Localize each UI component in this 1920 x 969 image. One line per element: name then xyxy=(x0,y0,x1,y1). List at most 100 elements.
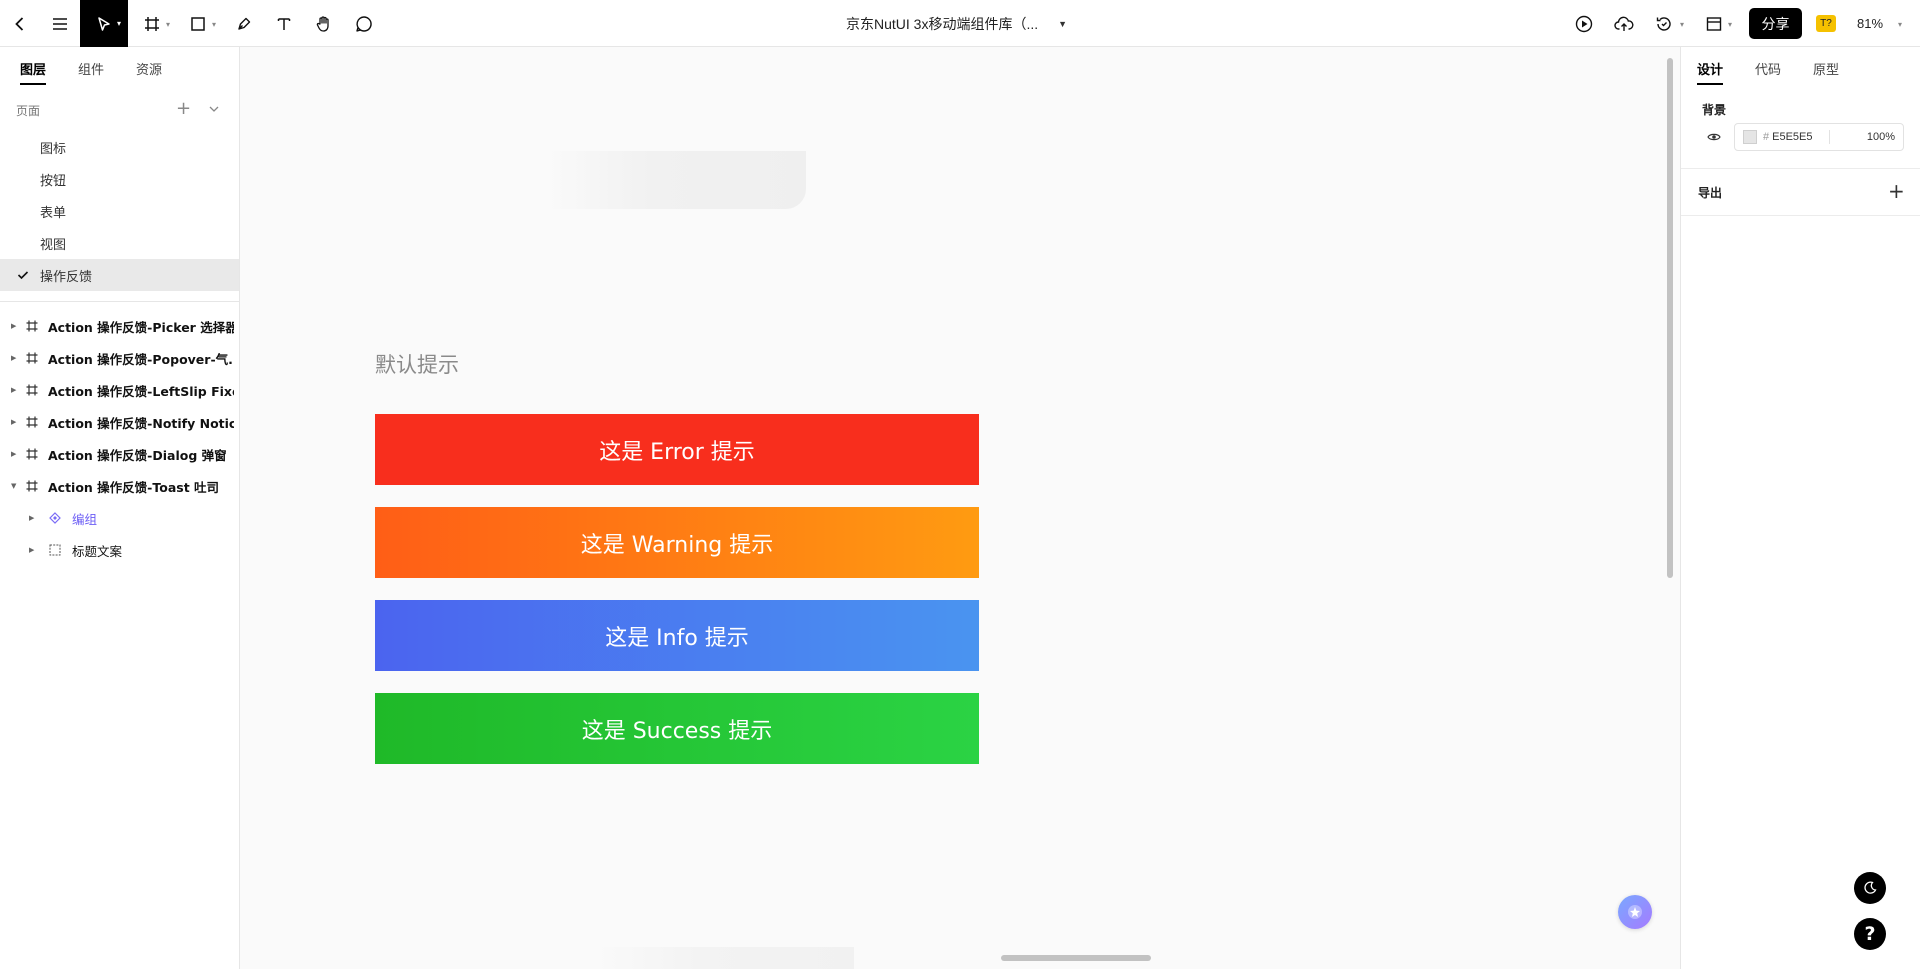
background-opacity-value[interactable]: 100% xyxy=(1867,131,1895,143)
layer-label: Action 操作反馈-Toast 吐司 xyxy=(48,479,220,495)
layout-caret-icon[interactable]: ▾ xyxy=(1728,20,1732,29)
expand-arrow-icon[interactable]: ▶ xyxy=(11,418,16,426)
pages-header: 页面 + xyxy=(0,89,239,131)
section-title: 默认提示 xyxy=(375,353,459,377)
layer-item-dialog[interactable]: ▶ Action 操作反馈-Dialog 弹窗 xyxy=(0,438,239,470)
frame-icon xyxy=(26,320,38,332)
layer-label: Action 操作反馈-Dialog 弹窗 xyxy=(48,447,227,463)
page-item-views[interactable]: 视图 xyxy=(0,227,239,259)
layer-label: Action 操作反馈-Notify Notic... xyxy=(48,415,234,431)
page-item-buttons[interactable]: 按钮 xyxy=(0,163,239,195)
expand-arrow-icon[interactable]: ▶ xyxy=(29,546,34,554)
expand-arrow-icon[interactable]: ▶ xyxy=(11,322,16,330)
toast-success-text: 这是 Success 提示 xyxy=(581,718,773,744)
background-section-title: 背景 xyxy=(1702,103,1727,117)
layer-item-popover[interactable]: ▶ Action 操作反馈-Popover-气... xyxy=(0,342,239,374)
help-icon: ? xyxy=(1864,923,1876,945)
rectangle-tool-icon[interactable] xyxy=(186,0,210,47)
layer-label: Action 操作反馈-Picker 选择器 xyxy=(48,319,234,335)
faded-shape-bottom xyxy=(594,947,854,969)
background-hex-value[interactable]: E5E5E5 xyxy=(1772,131,1812,143)
horizontal-scrollbar[interactable] xyxy=(1001,955,1151,961)
background-color-swatch[interactable] xyxy=(1743,130,1757,144)
pages-header-label: 页面 xyxy=(16,103,41,118)
background-row: # E5E5E5 100% xyxy=(1681,118,1920,158)
layer-item-group[interactable]: ▶ 编组 xyxy=(0,502,239,534)
document-title-text: 京东NutUI 3x移动端组件库（... xyxy=(846,15,1039,32)
frame-tool-caret-icon[interactable]: ▾ xyxy=(166,20,170,29)
tab-code[interactable]: 代码 xyxy=(1755,47,1781,89)
add-export-icon[interactable]: + xyxy=(1888,181,1905,201)
hand-tool-icon[interactable] xyxy=(312,0,336,47)
comment-tool-icon[interactable] xyxy=(352,0,376,47)
tab-assets[interactable]: 资源 xyxy=(136,47,162,89)
frame-tool-icon[interactable] xyxy=(140,0,164,47)
layer-item-notify[interactable]: ▶ Action 操作反馈-Notify Notic... xyxy=(0,406,239,438)
ai-assistant-button[interactable] xyxy=(1618,895,1652,929)
collapse-pages-chevron-icon[interactable] xyxy=(208,103,220,115)
page-item-label: 操作反馈 xyxy=(40,269,93,285)
expand-arrow-icon[interactable]: ▶ xyxy=(29,514,34,522)
vertical-scrollbar[interactable] xyxy=(1667,58,1673,578)
layer-item-title-copy[interactable]: ▶ 标题文案 xyxy=(0,534,239,566)
page-item-feedback[interactable]: 操作反馈 xyxy=(0,259,239,291)
tab-layers[interactable]: 图层 xyxy=(20,47,47,89)
page-item-label: 图标 xyxy=(40,141,67,157)
frame-icon xyxy=(26,416,38,428)
theme-toggle-button[interactable] xyxy=(1854,872,1886,904)
toast-warning-text: 这是 Warning 提示 xyxy=(580,532,774,558)
toast-error[interactable]: 这是 Error 提示 xyxy=(375,414,979,485)
zoom-caret-icon[interactable]: ▾ xyxy=(1898,20,1902,29)
expand-arrow-icon[interactable]: ▶ xyxy=(11,450,16,458)
shape-tool-caret-icon[interactable]: ▾ xyxy=(212,20,216,29)
document-menu-caret-icon[interactable]: ▼ xyxy=(1058,19,1067,29)
zoom-level[interactable]: 81% xyxy=(1857,0,1883,47)
layout-panel-icon[interactable] xyxy=(1702,0,1726,47)
page-item-forms[interactable]: 表单 xyxy=(0,195,239,227)
frame-icon xyxy=(26,384,38,396)
text-tool-icon[interactable] xyxy=(272,0,296,47)
toast-info[interactable]: 这是 Info 提示 xyxy=(375,600,979,671)
page-item-icons[interactable]: 图标 xyxy=(0,131,239,163)
move-tool-button[interactable]: ▾ xyxy=(80,0,128,47)
tab-components[interactable]: 组件 xyxy=(78,47,104,89)
background-color-field[interactable]: # E5E5E5 100% xyxy=(1734,123,1904,151)
pen-tool-icon[interactable] xyxy=(232,0,256,47)
history-icon[interactable] xyxy=(1652,0,1676,47)
play-icon[interactable] xyxy=(1572,0,1596,47)
toast-warning[interactable]: 这是 Warning 提示 xyxy=(375,507,979,578)
help-button[interactable]: ? xyxy=(1854,918,1886,950)
faded-shape-top xyxy=(546,151,806,209)
layer-label: 标题文案 xyxy=(72,543,123,559)
back-icon[interactable] xyxy=(8,0,32,47)
upload-cloud-icon[interactable] xyxy=(1612,0,1636,47)
tab-design[interactable]: 设计 xyxy=(1697,47,1724,89)
expand-arrow-icon[interactable]: ▶ xyxy=(11,386,16,394)
right-panel-tabs: 设计 代码 原型 xyxy=(1681,47,1920,89)
share-button[interactable]: 分享 xyxy=(1749,8,1802,39)
history-caret-icon[interactable]: ▾ xyxy=(1680,20,1684,29)
moon-icon xyxy=(1864,881,1877,894)
frame-icon xyxy=(26,480,38,492)
toast-success[interactable]: 这是 Success 提示 xyxy=(375,693,979,764)
user-avatar-badge[interactable]: T? xyxy=(1816,15,1836,32)
menu-icon[interactable] xyxy=(48,0,72,47)
design-canvas[interactable]: 默认提示 这是 Error 提示 这是 Warning 提示 这是 Info 提… xyxy=(240,47,1680,969)
collapse-arrow-icon[interactable]: ▼ xyxy=(11,482,16,490)
tab-prototype[interactable]: 原型 xyxy=(1813,47,1839,89)
group-frame-icon xyxy=(49,544,61,556)
layer-label: 编组 xyxy=(72,511,98,527)
add-page-icon[interactable]: + xyxy=(176,100,191,118)
page-item-label: 视图 xyxy=(40,237,67,253)
layer-item-toast[interactable]: ▼ Action 操作反馈-Toast 吐司 xyxy=(0,470,239,502)
document-title[interactable]: 京东NutUI 3x移动端组件库（... ▼ xyxy=(846,0,1067,47)
properties-panel: 设计 代码 原型 背景 # E5E5E5 100% 导出 + xyxy=(1680,47,1920,969)
expand-arrow-icon[interactable]: ▶ xyxy=(11,354,16,362)
eye-icon[interactable] xyxy=(1707,132,1721,142)
panel-divider xyxy=(0,301,239,302)
toast-error-text: 这是 Error 提示 xyxy=(599,439,755,465)
layer-item-leftslip[interactable]: ▶ Action 操作反馈-LeftSlip Fixe... xyxy=(0,374,239,406)
layer-item-picker[interactable]: ▶ Action 操作反馈-Picker 选择器 xyxy=(0,310,239,342)
layer-label: Action 操作反馈-LeftSlip Fixe... xyxy=(48,383,234,399)
page-item-label: 表单 xyxy=(40,205,67,221)
